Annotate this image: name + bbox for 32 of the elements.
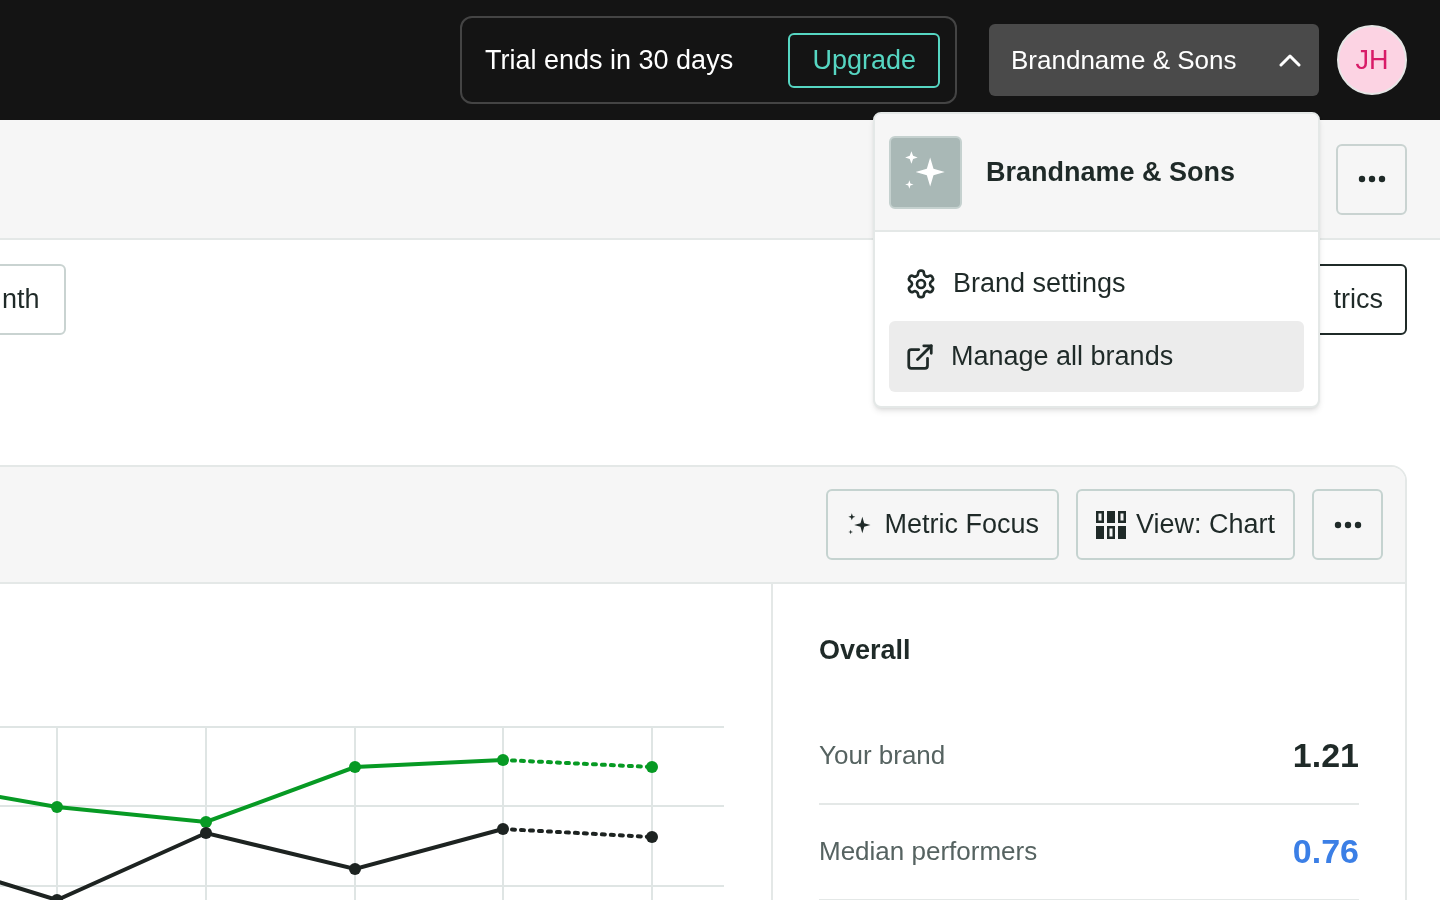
toolbar-button[interactable]: Metric Focus — [826, 489, 1059, 560]
trial-text: Trial ends in 30 days — [485, 43, 734, 77]
data-point — [497, 754, 509, 766]
data-point — [497, 823, 509, 835]
more-button[interactable] — [1312, 489, 1383, 560]
more-icon — [1357, 175, 1386, 183]
filter-button[interactable]: nth — [0, 264, 66, 335]
brand-name: Brandname & Sons — [986, 155, 1236, 189]
data-point — [200, 827, 212, 839]
brand-switcher-button[interactable]: Brandname & Sons — [989, 24, 1319, 96]
more-button[interactable] — [1336, 143, 1407, 215]
settings-icon — [905, 267, 937, 300]
metric-value: 1.21 — [1292, 735, 1359, 776]
data-point — [646, 761, 658, 773]
grid-icon — [1095, 510, 1126, 539]
summary-title: Overall — [819, 634, 912, 667]
data-point — [51, 894, 63, 900]
menu-item[interactable]: Manage all brands — [889, 321, 1304, 392]
external-link-icon — [905, 341, 935, 372]
data-point — [200, 816, 212, 828]
caret-up-icon — [1279, 53, 1301, 67]
upgrade-button[interactable]: Upgrade — [788, 32, 940, 88]
data-point — [646, 831, 658, 843]
metric-label: Median performers — [819, 835, 1038, 868]
more-icon — [1333, 520, 1362, 529]
user-avatar[interactable]: JH — [1337, 25, 1407, 95]
data-point — [349, 761, 361, 773]
metric-value: 0.76 — [1292, 831, 1359, 872]
metric-label: Your brand — [819, 739, 946, 772]
toolbar-button[interactable]: View: Chart — [1075, 489, 1295, 560]
data-point — [349, 863, 361, 875]
data-point — [51, 801, 63, 813]
